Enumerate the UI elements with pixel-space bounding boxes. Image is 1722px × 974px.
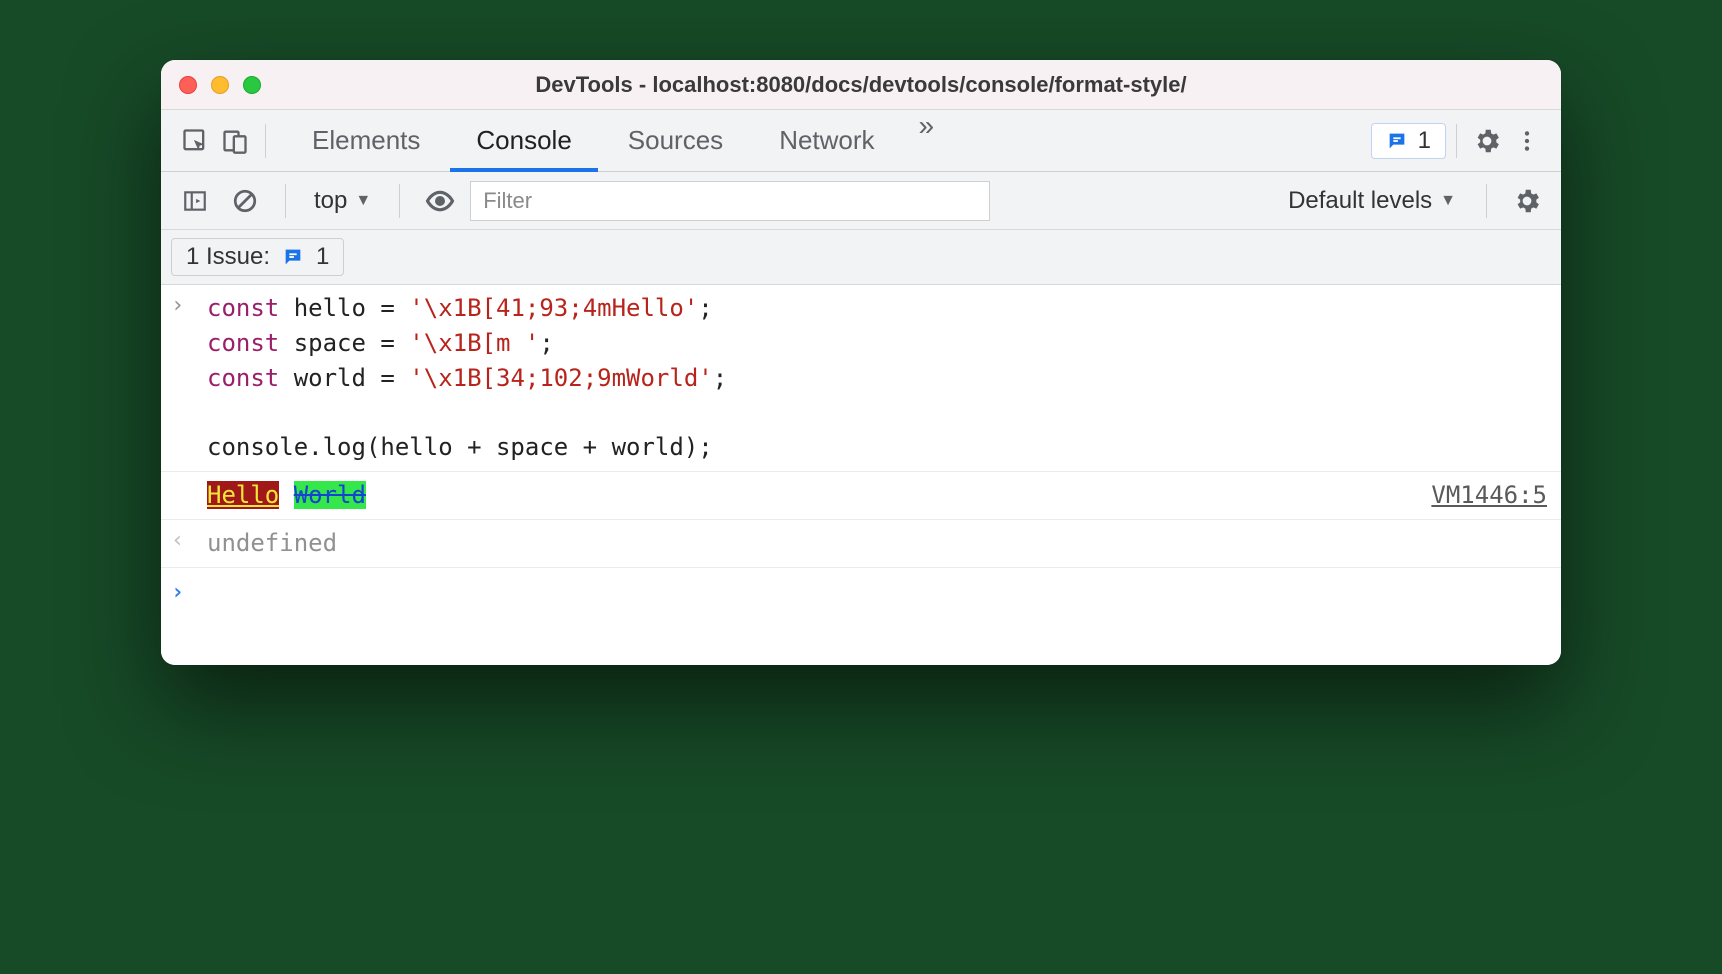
issues-count: 1 [1418,127,1431,155]
panel-tabs: Elements Console Sources Network » [286,110,948,171]
log-levels-selector[interactable]: Default levels ▼ [1278,187,1466,215]
divider [1456,124,1457,158]
devtools-window: DevTools - localhost:8080/docs/devtools/… [161,60,1561,665]
filter-input[interactable] [470,181,990,221]
ansi-styled-hello: Hello [207,481,279,509]
console-prompt-row: › [161,568,1561,665]
clear-console-icon[interactable] [225,181,265,221]
tab-sources[interactable]: Sources [602,110,749,171]
input-marker-icon: › [171,291,207,318]
minimize-window-button[interactable] [211,76,229,94]
device-toolbar-icon[interactable] [215,121,255,161]
zoom-window-button[interactable] [243,76,261,94]
console-output-text[interactable]: Hello World [207,478,1421,513]
issues-box[interactable]: 1 Issue: 1 [171,238,344,276]
more-tabs-button[interactable]: » [905,110,949,171]
dropdown-icon: ▼ [1440,192,1456,210]
inspect-element-icon[interactable] [175,121,215,161]
console-input-code[interactable]: const hello = '\x1B[41;93;4mHello'; cons… [207,291,1547,465]
console-toolbar: top ▼ Default levels ▼ [161,172,1561,230]
console-body: › const hello = '\x1B[41;93;4mHello'; co… [161,285,1561,665]
divider [285,184,286,218]
console-input-row: › const hello = '\x1B[41;93;4mHello'; co… [161,285,1561,472]
dropdown-icon: ▼ [355,192,371,210]
close-window-button[interactable] [179,76,197,94]
show-console-sidebar-icon[interactable] [175,181,215,221]
issues-counter[interactable]: 1 [1371,123,1446,159]
result-marker-icon: ‹ [171,526,207,553]
issues-strip: 1 Issue: 1 [161,230,1561,285]
issue-icon [1386,130,1408,152]
issue-icon [282,246,304,268]
issues-strip-count: 1 [316,243,329,271]
divider [1486,184,1487,218]
output-marker [171,478,207,480]
issues-label: 1 Issue: [186,243,270,271]
source-link[interactable]: VM1446:5 [1421,481,1547,509]
live-expression-icon[interactable] [420,181,460,221]
context-label: top [314,187,347,215]
divider [265,124,266,158]
levels-label: Default levels [1288,187,1432,215]
console-result-row: ‹ undefined [161,520,1561,568]
main-tabbar: Elements Console Sources Network » 1 [161,110,1561,172]
divider [399,184,400,218]
tab-elements[interactable]: Elements [286,110,446,171]
prompt-marker-icon: › [171,578,207,605]
execution-context-selector[interactable]: top ▼ [306,187,379,215]
console-output-row: Hello World VM1446:5 [161,472,1561,520]
window-title: DevTools - localhost:8080/docs/devtools/… [161,72,1561,98]
console-settings-icon[interactable] [1507,181,1547,221]
tab-console[interactable]: Console [450,110,597,171]
window-titlebar: DevTools - localhost:8080/docs/devtools/… [161,60,1561,110]
tab-network[interactable]: Network [753,110,900,171]
traffic-lights [179,76,261,94]
settings-icon[interactable] [1467,121,1507,161]
console-result-value[interactable]: undefined [207,526,1547,561]
more-options-icon[interactable] [1507,121,1547,161]
ansi-styled-world: World [294,481,366,509]
